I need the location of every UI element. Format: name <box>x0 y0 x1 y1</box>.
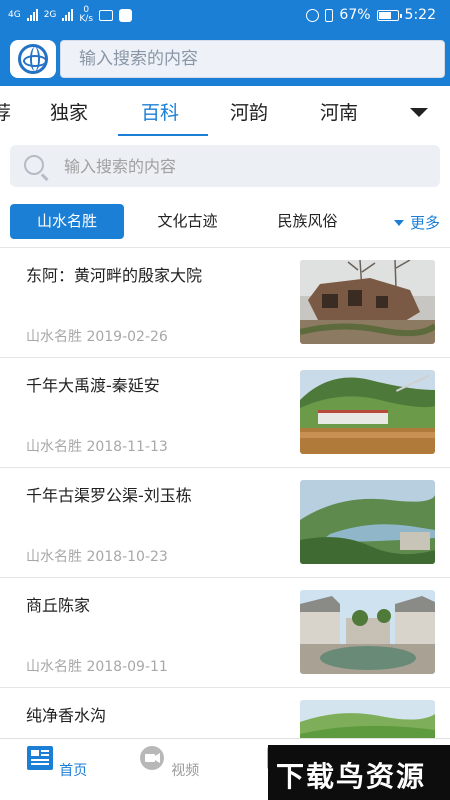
signal-2-icon <box>62 9 74 21</box>
category-customs[interactable]: 民族风俗 <box>260 204 355 239</box>
article-category: 山水名胜 <box>26 329 82 345</box>
article-title: 商丘陈家 <box>26 596 91 615</box>
article-item[interactable]: 商丘陈家 山水名胜 2018-09-11 <box>0 578 450 688</box>
notification-icon <box>99 9 114 21</box>
watermark-text: 下载鸟资源 <box>276 760 427 793</box>
nav-video-label: 视频 <box>171 763 200 779</box>
article-thumbnail-canal <box>300 480 435 564</box>
article-item[interactable]: 纯净香水沟 <box>0 688 450 738</box>
article-title: 千年古渠罗公渠-刘玉栋 <box>26 486 192 505</box>
globe-logo-icon <box>18 44 48 74</box>
signal-1-icon <box>26 9 38 21</box>
net-speed-unit: K/s <box>79 14 94 24</box>
home-news-icon <box>26 746 53 770</box>
article-thumbnail-courtyard <box>300 590 435 674</box>
article-date: 2018-10-23 <box>86 549 168 565</box>
clock: 5:22 <box>404 7 436 23</box>
content-search-input[interactable] <box>64 145 424 187</box>
article-date: 2019-02-26 <box>86 329 168 345</box>
signal-2-label: 2G <box>43 10 57 20</box>
article-category: 山水名胜 <box>26 439 82 455</box>
article-meta: 山水名胜 2018-11-13 <box>26 436 168 456</box>
article-meta: 山水名胜 2018-10-23 <box>26 546 168 566</box>
status-left: 4G 2G 0 K/s <box>8 6 133 24</box>
nav-video[interactable]: 视频 <box>128 745 208 780</box>
alarm-icon <box>306 8 320 22</box>
article-title: 千年大禹渡-秦延安 <box>26 376 160 395</box>
tab-henan[interactable]: 河南 <box>320 98 358 125</box>
category-more-label: 更多 <box>409 214 440 232</box>
article-title: 纯净香水沟 <box>26 706 107 725</box>
active-tab-indicator <box>118 134 208 136</box>
category-more-button[interactable]: 更多 <box>393 212 440 233</box>
nav-home-label: 首页 <box>59 763 88 779</box>
article-list: 东阿：黄河畔的殷家大院 山水名胜 2019-02-26 千年大禹渡-秦延安 山水… <box>0 248 450 738</box>
article-meta: 山水名胜 2019-02-26 <box>26 326 168 346</box>
article-item[interactable]: 千年大禹渡-秦延安 山水名胜 2018-11-13 <box>0 358 450 468</box>
battery-icon <box>376 9 402 21</box>
status-bar: 4G 2G 0 K/s 67% 5:22 <box>0 0 450 32</box>
video-icon <box>139 746 164 770</box>
tab-heyun[interactable]: 河韵 <box>230 98 268 125</box>
tab-recommend[interactable]: 荐 <box>0 98 11 125</box>
battery-percent: 67% <box>339 7 371 23</box>
content-search-box[interactable] <box>10 145 440 187</box>
article-date: 2018-09-11 <box>86 659 168 675</box>
category-heritage[interactable]: 文化古迹 <box>140 204 235 239</box>
nav-home[interactable]: 首页 <box>16 745 96 780</box>
app-logo[interactable] <box>10 40 56 78</box>
tab-exclusive[interactable]: 独家 <box>50 98 88 125</box>
status-right: 67% 5:22 <box>306 7 436 23</box>
article-meta: 山水名胜 2018-09-11 <box>26 656 168 676</box>
article-date: 2018-11-13 <box>86 439 168 455</box>
article-category: 山水名胜 <box>26 549 82 565</box>
app-header <box>0 32 450 86</box>
article-title: 东阿：黄河畔的殷家大院 <box>26 266 203 285</box>
dropdown-arrow-icon <box>393 219 404 226</box>
channel-tabs: 荐 独家 百科 河韵 河南 <box>0 86 450 138</box>
app-notify-icon <box>119 8 133 22</box>
header-search-input[interactable] <box>61 41 444 77</box>
category-scenic[interactable]: 山水名胜 <box>10 204 124 239</box>
article-category: 山水名胜 <box>26 659 82 675</box>
net-speed: 0 K/s <box>79 6 93 24</box>
header-search-box[interactable] <box>60 40 445 78</box>
tab-encyclopedia[interactable]: 百科 <box>141 98 179 125</box>
category-bar: 山水名胜 文化古迹 民族风俗 更多 <box>0 200 450 244</box>
watermark-logo: 下载鸟资源 <box>268 745 450 800</box>
article-thumbnail-river-town <box>300 370 435 454</box>
search-icon <box>24 155 44 175</box>
article-thumbnail-valley <box>300 700 435 738</box>
article-item[interactable]: 东阿：黄河畔的殷家大院 山水名胜 2019-02-26 <box>0 248 450 358</box>
vibrate-icon <box>325 8 334 22</box>
signal-1-label: 4G <box>8 10 21 20</box>
article-thumbnail-ruins <box>300 260 435 344</box>
article-item[interactable]: 千年古渠罗公渠-刘玉栋 山水名胜 2018-10-23 <box>0 468 450 578</box>
tabs-expand-icon[interactable] <box>410 108 428 117</box>
